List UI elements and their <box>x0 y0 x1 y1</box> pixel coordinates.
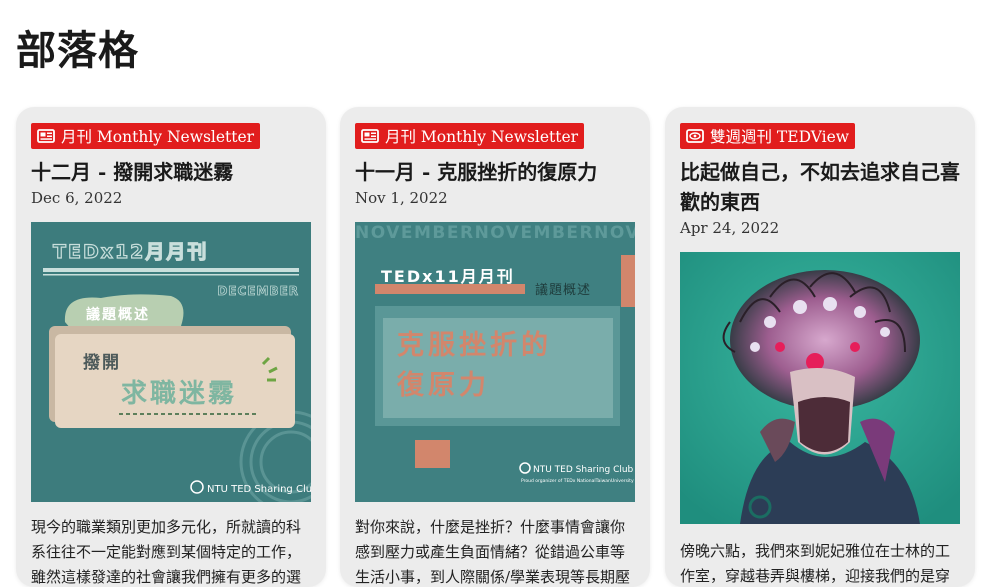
image-club: NTU TED Sharing Club <box>207 484 311 495</box>
post-title[interactable]: 十二月 - 撥開求職迷霧 <box>31 157 311 187</box>
image-line1: 撥開 <box>83 352 121 373</box>
post-excerpt: 現今的職業類別更加多元化，所就讀的科系往往不一定能對應到某個特定的工作，雖然這樣… <box>31 518 302 586</box>
eye-icon <box>686 129 704 143</box>
blog-post-card[interactable]: 月刊 Monthly Newsletter 十一月 - 克服挫折的復原力 Nov… <box>340 107 650 587</box>
post-date: Nov 1, 2022 <box>355 189 448 207</box>
category-label: 雙週週刊 TEDView <box>710 128 850 146</box>
image-line2: 求職迷霧 <box>121 379 237 409</box>
blog-post-card[interactable]: 雙週週刊 TEDView 比起做自己，不如去追求自己喜歡的東西 Apr 24, … <box>665 107 975 587</box>
post-thumbnail[interactable] <box>680 252 960 524</box>
post-excerpt: 對你來說，什麼是挫折？什麼事情會讓你感到壓力或產生負面情緒？從錯過公車等生活小事… <box>355 518 631 586</box>
category-badge[interactable]: 月刊 Monthly Newsletter <box>31 123 261 149</box>
newspaper-icon <box>37 129 55 143</box>
image-tag: 議題概述 <box>86 306 150 323</box>
category-label: 月刊 Monthly Newsletter <box>385 128 579 146</box>
post-title[interactable]: 十一月 - 克服挫折的復原力 <box>355 157 635 187</box>
category-label: 月刊 Monthly Newsletter <box>61 128 255 146</box>
newspaper-icon <box>361 129 379 143</box>
category-badge[interactable]: 雙週週刊 TEDView <box>680 123 856 149</box>
post-thumbnail[interactable]: TEDx12月月刊 DECEMBER 議題概述 撥開 求職迷霧 NTU TED … <box>31 222 311 502</box>
image-line1: 克服挫折的 <box>397 329 552 361</box>
blog-post-card[interactable]: 月刊 Monthly Newsletter 十二月 - 撥開求職迷霧 Dec 6… <box>16 107 326 587</box>
image-heading: TEDx11月月刊 <box>381 267 515 286</box>
image-heading: TEDx12月月刊 <box>53 241 208 263</box>
post-date: Apr 24, 2022 <box>680 219 780 237</box>
category-badge[interactable]: 月刊 Monthly Newsletter <box>355 123 585 149</box>
image-banner: NOVEMBERNOVEMBERNOV <box>355 223 635 243</box>
image-month: DECEMBER <box>217 284 299 298</box>
image-subclub: Proud organizer of TEDx NationalTaiwanUn… <box>521 478 634 484</box>
post-thumbnail[interactable]: NOVEMBERNOVEMBERNOV TEDx11月月刊 議題概述 克服挫折的… <box>355 222 635 502</box>
image-line2: 復原力 <box>396 369 490 401</box>
post-excerpt: 傍晚六點，我們來到妮妃雅位在士林的工作室，穿越巷弄與樓梯，迎接我們的是穿 <box>680 542 951 585</box>
image-club: NTU TED Sharing Club <box>533 465 634 475</box>
image-tag: 議題概述 <box>535 283 591 298</box>
post-date: Dec 6, 2022 <box>31 189 123 207</box>
post-title[interactable]: 比起做自己，不如去追求自己喜歡的東西 <box>680 157 960 217</box>
page-title: 部落格 <box>16 27 139 74</box>
